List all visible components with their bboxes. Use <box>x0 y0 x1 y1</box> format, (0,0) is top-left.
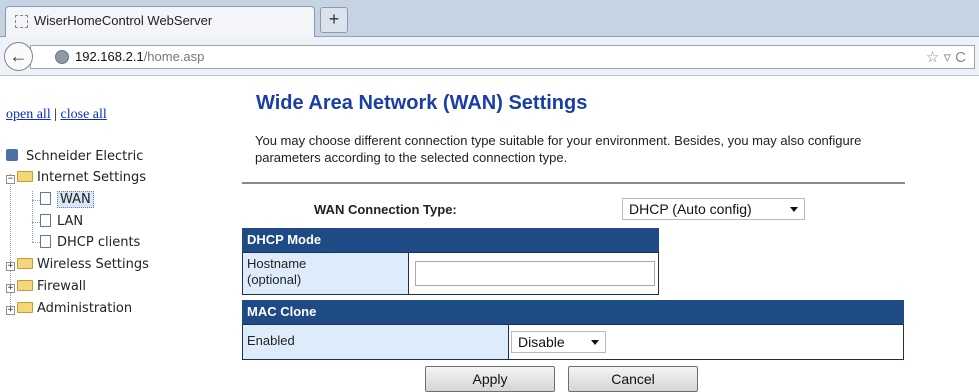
wan-connection-type-label: WAN Connection Type: <box>314 202 457 217</box>
new-tab-button[interactable]: + <box>320 7 348 33</box>
folder-icon <box>17 302 33 313</box>
collapse-icon[interactable]: − <box>6 175 15 184</box>
chevron-down-icon <box>591 340 599 345</box>
tree-lan-label: LAN <box>57 214 84 229</box>
computer-icon <box>6 149 18 161</box>
tree-wireless-settings-label: Wireless Settings <box>37 257 149 272</box>
mac-clone-header: MAC Clone <box>242 300 904 324</box>
tree-node-wireless-settings[interactable]: + Wireless Settings <box>6 256 149 274</box>
page-icon <box>15 15 28 28</box>
divider <box>242 182 905 184</box>
tab-title: WiserHomeControl WebServer <box>34 13 213 28</box>
url-text: 192.168.2.1/home.asp <box>75 49 204 64</box>
tree-line <box>32 191 33 242</box>
hostname-input[interactable] <box>415 261 655 286</box>
folder-open-icon <box>17 171 33 182</box>
link-separator: | <box>54 107 58 122</box>
tree-node-root[interactable]: Schneider Electric <box>6 148 143 166</box>
mac-clone-enabled-select[interactable]: Disable <box>511 331 606 353</box>
expand-icon[interactable]: + <box>6 306 15 315</box>
apply-button[interactable]: Apply <box>425 366 555 392</box>
enabled-label-cell: Enabled <box>242 324 509 360</box>
tree-node-administration[interactable]: + Administration <box>6 300 132 318</box>
wan-connection-type-value: DHCP (Auto config) <box>629 201 752 217</box>
browser-tab[interactable]: WiserHomeControl WebServer <box>5 6 315 37</box>
tree-node-lan[interactable]: LAN <box>40 213 83 231</box>
bookmark-reload-icons[interactable]: ☆ ▿ C <box>926 48 966 66</box>
tree-toggle-links: open all | close all <box>6 107 107 123</box>
page-icon <box>40 235 51 248</box>
tree-line <box>32 242 40 243</box>
tree-line <box>32 200 40 201</box>
tree-wan-label: WAN <box>57 191 94 208</box>
hostname-optional-label: (optional) <box>247 272 302 287</box>
tree-line <box>32 222 40 223</box>
cancel-button[interactable]: Cancel <box>568 366 698 392</box>
globe-icon <box>55 50 69 64</box>
tree-firewall-label: Firewall <box>37 279 87 294</box>
mac-clone-enabled-value: Disable <box>518 334 565 350</box>
url-host: 192.168.2.1 <box>75 49 144 64</box>
page-description: You may choose different connection type… <box>255 133 862 165</box>
page-title: Wide Area Network (WAN) Settings <box>256 92 588 114</box>
close-all-link[interactable]: close all <box>61 107 107 122</box>
back-arrow-icon[interactable]: ← <box>4 42 33 71</box>
expand-icon[interactable]: + <box>6 262 15 271</box>
wan-connection-type-select[interactable]: DHCP (Auto config) <box>622 198 805 220</box>
tree-internet-settings-label: Internet Settings <box>37 170 147 185</box>
tree-dhcp-clients-label: DHCP clients <box>57 235 141 250</box>
folder-icon <box>17 280 33 291</box>
page-icon <box>40 214 51 227</box>
url-path: /home.asp <box>143 49 205 64</box>
enabled-label: Enabled <box>247 333 295 348</box>
tree-node-dhcp-clients[interactable]: DHCP clients <box>40 234 140 252</box>
hostname-label-cell: Hostname (optional) <box>242 252 409 295</box>
tree-node-internet-settings[interactable]: − Internet Settings <box>6 169 146 187</box>
tree-node-wan[interactable]: WAN <box>40 191 94 209</box>
page-icon <box>40 192 51 205</box>
browser-tab-strip: WiserHomeControl WebServer + <box>0 0 979 37</box>
navigation-bar: 192.168.2.1/home.asp ☆ ▿ C ← <box>0 37 979 76</box>
chevron-down-icon <box>790 207 798 212</box>
tree-node-firewall[interactable]: + Firewall <box>6 278 86 296</box>
address-bar[interactable]: 192.168.2.1/home.asp ☆ ▿ C <box>30 45 975 69</box>
dhcp-mode-header: DHCP Mode <box>242 228 659 252</box>
open-all-link[interactable]: open all <box>6 107 51 122</box>
tree-root-label: Schneider Electric <box>26 149 144 164</box>
expand-icon[interactable]: + <box>6 284 15 293</box>
hostname-label: Hostname <box>247 256 307 271</box>
folder-icon <box>17 258 33 269</box>
tree-administration-label: Administration <box>37 301 133 316</box>
